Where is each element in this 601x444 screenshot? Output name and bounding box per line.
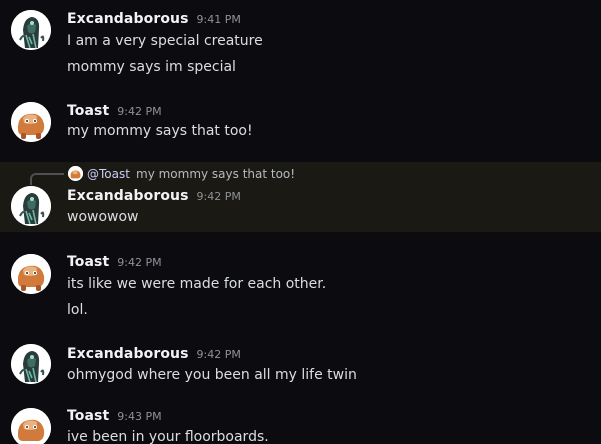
message-author[interactable]: Toast	[67, 254, 109, 270]
message-timestamp[interactable]: 9:42 PM	[117, 256, 161, 269]
orange-creature-avatar-image	[11, 254, 51, 294]
message-author[interactable]: Excandaborous	[67, 11, 189, 27]
message-text: I am a very special creature	[67, 33, 263, 49]
message-author[interactable]: Excandaborous	[67, 346, 189, 362]
message-author[interactable]: Excandaborous	[67, 188, 189, 204]
message-text: ohmygod where you been all my life twin	[67, 367, 357, 383]
reply-mention[interactable]: @Toast	[87, 167, 130, 181]
message-timestamp[interactable]: 9:41 PM	[197, 13, 241, 26]
message-group-reply: @Toast my mommy says that too! Excandabo…	[0, 162, 601, 232]
message-group: Excandaborous 9:41 PM I am a very specia…	[0, 0, 601, 88]
orange-creature-avatar-image	[11, 102, 51, 142]
dark-creature-avatar[interactable]	[11, 186, 51, 226]
dark-creature-avatar[interactable]	[11, 10, 51, 50]
message-author[interactable]: Toast	[67, 408, 109, 424]
reply-preview-text[interactable]: my mommy says that too!	[136, 167, 295, 181]
message-timestamp[interactable]: 9:42 PM	[117, 105, 161, 118]
message-timestamp[interactable]: 9:42 PM	[197, 190, 241, 203]
message-group: Toast 9:43 PM ive been in your floorboar…	[0, 398, 601, 444]
dark-creature-avatar-image	[11, 10, 51, 50]
chat-message-list: Excandaborous 9:41 PM I am a very specia…	[0, 0, 601, 444]
reply-avatar	[68, 166, 83, 181]
orange-creature-avatar-image	[11, 408, 51, 444]
orange-creature-avatar[interactable]	[11, 254, 51, 294]
message-text: ive been in your floorboards.	[67, 429, 269, 444]
message-text: lol.	[67, 302, 88, 318]
message-text: wowowow	[67, 209, 139, 225]
message-text: my mommy says that too!	[67, 123, 253, 139]
message-group: Toast 9:42 PM its like we were made for …	[0, 244, 601, 324]
dark-creature-avatar-image	[11, 344, 51, 384]
reply-spine	[30, 173, 64, 185]
dark-creature-avatar-image	[11, 186, 51, 226]
orange-creature-avatar[interactable]	[11, 102, 51, 142]
message-timestamp[interactable]: 9:42 PM	[197, 348, 241, 361]
message-timestamp[interactable]: 9:43 PM	[117, 410, 161, 423]
message-group: Excandaborous 9:42 PM ohmygod where you …	[0, 336, 601, 394]
message-text: mommy says im special	[67, 59, 236, 75]
message-text: its like we were made for each other.	[67, 276, 327, 292]
orange-creature-avatar-small	[68, 166, 83, 181]
message-group: Toast 9:42 PM my mommy says that too!	[0, 92, 601, 152]
dark-creature-avatar[interactable]	[11, 344, 51, 384]
reply-reference[interactable]: @Toast my mommy says that too!	[0, 162, 601, 186]
orange-creature-avatar[interactable]	[11, 408, 51, 444]
message-author[interactable]: Toast	[67, 103, 109, 119]
